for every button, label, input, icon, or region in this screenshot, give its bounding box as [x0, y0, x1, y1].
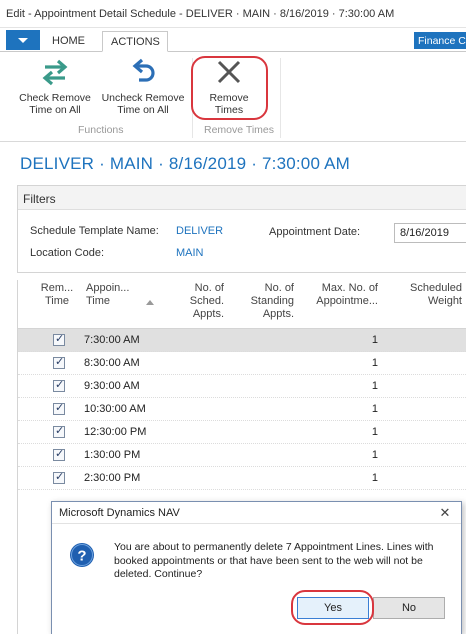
- max-appointments-cell: 1: [371, 334, 378, 346]
- table-row[interactable]: 8:30:00 AM 1: [18, 352, 466, 375]
- table-row[interactable]: 7:30:00 AM 1: [18, 329, 466, 352]
- max-appointments-cell: 1: [371, 449, 378, 461]
- ribbon-group-functions: Functions: [78, 124, 124, 136]
- remove-times-highlight-circle: [191, 56, 268, 120]
- sort-ascending-icon: [146, 300, 154, 305]
- ribbon-tab-bar: HOME ACTIONS Finance Co: [0, 28, 466, 52]
- filters-header[interactable]: Filters: [18, 186, 466, 210]
- question-icon: ?: [70, 543, 94, 567]
- appointment-time-cell: 1:30:00 PM: [84, 449, 141, 461]
- max-appointments-cell: 1: [371, 472, 378, 484]
- remove-time-checkbox[interactable]: [53, 355, 65, 369]
- uncheck-remove-label: Uncheck Remove Time on All: [101, 92, 185, 116]
- max-appointments-cell: 1: [371, 357, 378, 369]
- table-row[interactable]: 9:30:00 AM 1: [18, 375, 466, 398]
- schedule-template-value[interactable]: DELIVER: [176, 225, 223, 237]
- dialog-message: You are about to permanently delete 7 Ap…: [114, 541, 434, 580]
- max-appointments-cell: 1: [371, 403, 378, 415]
- filters-panel: Filters Schedule Template Name: DELIVER …: [17, 185, 466, 273]
- tab-home[interactable]: HOME: [44, 31, 100, 52]
- window-titlebar: Edit - Appointment Detail Schedule - DEL…: [0, 0, 466, 28]
- appointment-date-field[interactable]: 8/16/2019: [394, 223, 466, 243]
- yes-highlight-circle: [291, 590, 374, 625]
- table-row[interactable]: 1:30:00 PM 1: [18, 444, 466, 467]
- column-header-appointment-time[interactable]: Appoin... Time: [86, 282, 136, 308]
- check-remove-time-on-all-button[interactable]: Check Remove Time on All: [10, 56, 100, 122]
- remove-time-checkbox[interactable]: [53, 332, 65, 346]
- confirm-dialog: Microsoft Dynamics NAV ✕ ? You are about…: [51, 501, 462, 634]
- column-header-scheduled-weight[interactable]: Scheduled Weight: [402, 282, 462, 308]
- dropdown-arrow-icon: [18, 38, 28, 43]
- ribbon-divider: [280, 58, 281, 138]
- svg-text:?: ?: [77, 548, 86, 565]
- ribbon-group-remove-times: Remove Times: [204, 124, 275, 136]
- table-row[interactable]: 2:30:00 PM 1: [18, 467, 466, 490]
- remove-time-checkbox[interactable]: [53, 470, 65, 484]
- max-appointments-cell: 1: [371, 380, 378, 392]
- undo-arrow-icon: [132, 58, 155, 82]
- uncheck-remove-time-on-all-button[interactable]: Uncheck Remove Time on All: [96, 56, 190, 122]
- appointment-time-cell: 7:30:00 AM: [84, 334, 140, 346]
- company-name-badge: Finance Co: [414, 32, 466, 49]
- dialog-body: ? You are about to permanently delete 7 …: [52, 524, 461, 634]
- grid-rows: 7:30:00 AM18:30:00 AM19:30:00 AM110:30:0…: [18, 329, 466, 490]
- remove-time-checkbox[interactable]: [53, 378, 65, 392]
- appointment-time-cell: 12:30:00 PM: [84, 426, 147, 438]
- column-header-max-appointments[interactable]: Max. No. of Appointme...: [306, 282, 378, 308]
- window-title: Edit - Appointment Detail Schedule - DEL…: [6, 8, 395, 20]
- table-row[interactable]: 12:30:00 PM 1: [18, 421, 466, 444]
- remove-time-checkbox[interactable]: [53, 401, 65, 415]
- no-button[interactable]: No: [373, 597, 445, 619]
- location-code-label: Location Code:: [30, 247, 104, 259]
- tab-actions[interactable]: ACTIONS: [102, 31, 168, 52]
- appointment-time-cell: 9:30:00 AM: [84, 380, 140, 392]
- location-code-value[interactable]: MAIN: [176, 247, 204, 259]
- app-menu-button[interactable]: [6, 30, 40, 50]
- max-appointments-cell: 1: [371, 426, 378, 438]
- swap-arrows-icon: [42, 59, 68, 86]
- column-header-sched-appts[interactable]: No. of Sched. Appts.: [180, 282, 224, 321]
- table-row[interactable]: 10:30:00 AM 1: [18, 398, 466, 421]
- appointment-time-cell: 8:30:00 AM: [84, 357, 140, 369]
- remove-time-checkbox[interactable]: [53, 424, 65, 438]
- appointment-time-cell: 2:30:00 PM: [84, 472, 141, 484]
- schedule-template-label: Schedule Template Name:: [30, 225, 159, 237]
- column-header-standing-appts[interactable]: No. of Standing Appts.: [242, 282, 294, 321]
- page-title: DELIVER · MAIN · 8/16/2019 · 7:30:00 AM: [20, 154, 351, 173]
- check-remove-label: Check Remove Time on All: [19, 92, 91, 116]
- appointment-time-cell: 10:30:00 AM: [84, 403, 146, 415]
- appointment-date-label: Appointment Date:: [269, 226, 361, 238]
- column-header-remove-time[interactable]: Rem... Time: [40, 282, 74, 308]
- remove-time-checkbox[interactable]: [53, 447, 65, 461]
- close-icon[interactable]: ✕: [434, 505, 456, 521]
- dialog-title: Microsoft Dynamics NAV: [52, 502, 461, 524]
